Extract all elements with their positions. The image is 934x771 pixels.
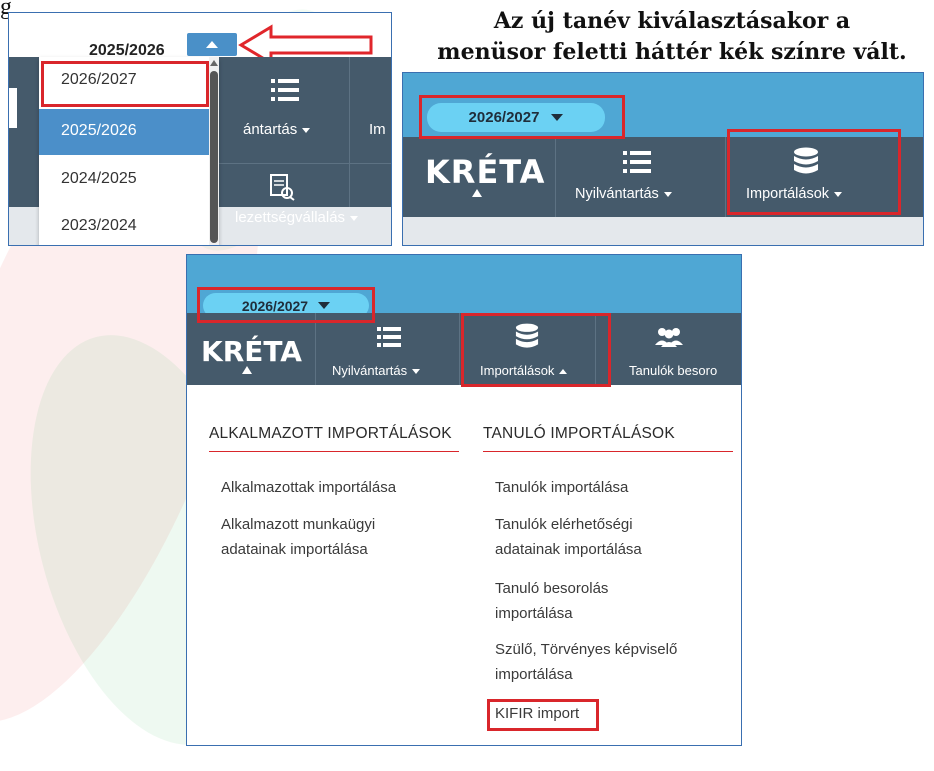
caret-down-icon (412, 369, 421, 375)
menu-heading-tanulo: TANULÓ IMPORTÁLÁSOK (483, 425, 675, 442)
nav-divider-horizontal (219, 163, 391, 164)
panel-import-menu: 2026/2027 KRÉTA Nyilvántartás Importálás… (186, 254, 742, 746)
kreta-logo: KRÉTA (201, 335, 302, 368)
nav-separator (459, 313, 460, 385)
caption: Az új tanév kiválasztásakor a menüsor fe… (410, 6, 934, 68)
panel-nav-after-selection: 2026/2027 KRÉTA Nyilvántartás Importálás… (402, 72, 924, 246)
nav-separator (555, 137, 556, 217)
caption-line-2: menüsor feletti háttér kék színre vált. (437, 39, 907, 65)
highlight-box-kifir-import (487, 699, 599, 731)
menu-link-tanulok-importalasa[interactable]: Tanulók importálása (495, 477, 628, 499)
year-option-highlighted[interactable]: 2025/2026 (39, 109, 209, 155)
nav-separator (725, 137, 726, 217)
highlight-box-year-pill (197, 287, 375, 323)
year-dropdown-toggle[interactable] (187, 33, 237, 56)
list-icon (623, 151, 651, 173)
nav-item-nyilvantartas[interactable]: Nyilvántartás (332, 363, 421, 378)
document-icon (270, 174, 295, 201)
caret-down-icon (350, 215, 359, 221)
highlight-box-new-year-option (41, 61, 209, 107)
nav-item-import-partial[interactable]: Im (369, 121, 386, 138)
menu-link-szulo-torvenyes-kepviselo[interactable]: Szülő, Törvényes képviselő importálása (495, 639, 677, 686)
logo-triangle-icon (242, 366, 252, 374)
menu-link-tanulok-elerhetosegi[interactable]: Tanulók elérhetőségi adatainak importálá… (495, 514, 642, 561)
highlight-box-importalasok (727, 129, 901, 215)
users-icon (655, 328, 683, 347)
menu-link-alkalmazott-munkaugyi[interactable]: Alkalmazott munkaügyi adatainak importál… (221, 514, 375, 561)
menu-heading-alkalmazott: ALKALMAZOTT IMPORTÁLÁSOK (209, 425, 452, 442)
nav-item-nyilvantartas[interactable]: Nyilvántartás (575, 186, 672, 202)
year-option[interactable]: 2023/2024 (39, 203, 209, 245)
year-option[interactable]: 2024/2025 (39, 157, 209, 203)
list-icon (377, 327, 401, 347)
caption-line-1: Az új tanév kiválasztásakor a (493, 8, 851, 34)
menu-link-alkalmazottak-importalasa[interactable]: Alkalmazottak importálása (221, 477, 396, 499)
panel-year-dropdown: 2025/2026 ántartás Im lezettségvállalás … (8, 12, 392, 246)
list-icon (271, 79, 299, 101)
nav-item-tanulok-besorolasa-partial[interactable]: Tanulók besoro (629, 363, 717, 378)
kreta-logo: KRÉTA (425, 153, 546, 191)
scrollbar-thumb[interactable] (210, 71, 218, 243)
highlight-box-year-pill (419, 95, 625, 139)
nav-logo-fragment (9, 88, 17, 128)
scroll-up-arrow-icon (210, 60, 218, 66)
menu-link-tanulo-besorolas[interactable]: Tanuló besorolás importálása (495, 578, 608, 625)
nav-item-nyilvantartas-partial[interactable]: ántartás (243, 121, 311, 138)
caret-down-icon (302, 127, 311, 133)
nav-separator (349, 57, 350, 207)
caret-down-icon (663, 191, 672, 197)
menu-heading-rule (209, 451, 459, 452)
nav-bottom-strip (403, 217, 923, 245)
menu-heading-rule (483, 451, 733, 452)
highlight-box-importalasok (461, 313, 611, 387)
dropdown-scrollbar[interactable] (209, 57, 219, 245)
logo-triangle-icon (472, 189, 482, 197)
nav-separator (315, 313, 316, 385)
nav-item-kotelezettseg-partial[interactable]: lezettségvállalás (235, 209, 359, 226)
chevron-up-icon (206, 41, 218, 48)
